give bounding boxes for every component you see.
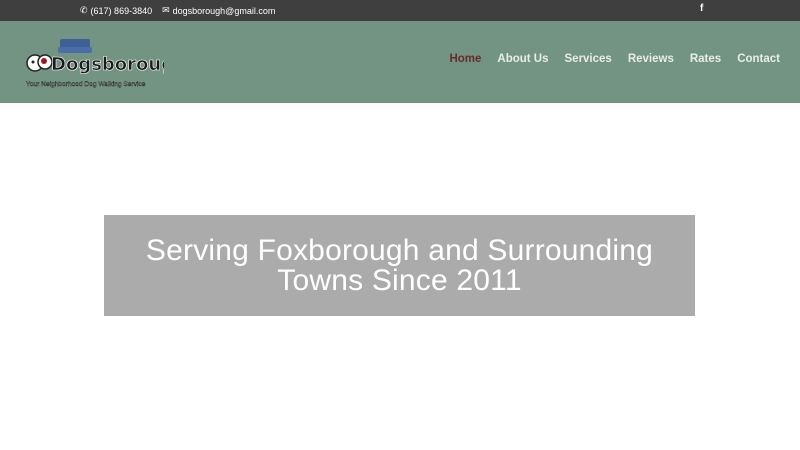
nav-contact[interactable]: Contact xyxy=(737,53,780,65)
phone-number: (617) 869-3840 xyxy=(90,5,153,16)
email-link[interactable]: ✉ dogsborough@gmail.com xyxy=(162,5,275,16)
nav-services[interactable]: Services xyxy=(565,53,612,65)
site-header: Dogsborough Your Neighborhood Dog Walkin… xyxy=(0,21,800,103)
logo-wordmark: Dogsborough xyxy=(51,54,164,75)
nav-reviews[interactable]: Reviews xyxy=(628,53,674,65)
nav-home[interactable]: Home xyxy=(449,53,481,65)
hero-banner: Serving Foxborough and Surrounding Towns… xyxy=(104,215,695,316)
hero-title: Serving Foxborough and Surrounding Towns… xyxy=(145,233,654,297)
logo-tagline: Your Neighborhood Dog Walking Service xyxy=(26,81,146,88)
main-nav: Home About Us Services Reviews Rates Con… xyxy=(449,53,780,65)
facebook-icon[interactable]: f xyxy=(700,3,703,14)
top-bar: ✆ (617) 869-3840 ✉ dogsborough@gmail.com… xyxy=(0,0,800,21)
email-address: dogsborough@gmail.com xyxy=(172,5,276,16)
phone-link[interactable]: ✆ (617) 869-3840 xyxy=(80,5,152,16)
phone-icon: ✆ xyxy=(80,5,88,15)
nav-rates[interactable]: Rates xyxy=(690,53,721,65)
nav-about-us[interactable]: About Us xyxy=(497,53,548,65)
contact-info: ✆ (617) 869-3840 ✉ dogsborough@gmail.com xyxy=(80,0,275,21)
dogsborough-logo[interactable]: Dogsborough Your Neighborhood Dog Walkin… xyxy=(24,37,164,89)
envelope-icon: ✉ xyxy=(162,5,170,15)
